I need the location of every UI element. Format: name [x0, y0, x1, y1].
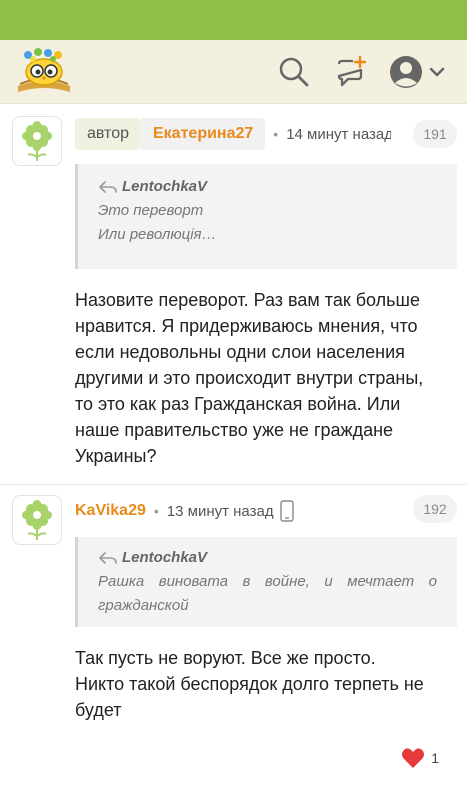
quote-block: LentochkaV Рашка виновата в войне, и меч…	[75, 537, 457, 627]
owl-books-logo-icon[interactable]	[14, 46, 74, 96]
username-link[interactable]: KaVika29	[75, 502, 146, 520]
user-avatar-icon	[390, 56, 422, 88]
search-icon[interactable]	[276, 54, 312, 90]
heart-icon	[402, 748, 425, 768]
flower-avatar-icon[interactable]	[12, 116, 62, 166]
quote-line: Это переворт	[98, 202, 204, 219]
quote-line: Рашка виновата в войне, и мечтает о	[98, 573, 437, 590]
comment-number[interactable]: 192	[413, 495, 457, 523]
comment-191: автор Екатерина27 • 14 минут назад 191 L…	[0, 104, 467, 484]
comment-body: Назовите переворот. Раз вам так больше н…	[75, 290, 424, 466]
phone-icon	[279, 500, 294, 522]
flower-avatar-icon[interactable]	[12, 495, 62, 545]
username-link[interactable]: Екатерина27	[141, 118, 266, 150]
quote-block: LentochkaV Это переворт Или революція…	[75, 164, 457, 269]
comment-body: Так пусть не воруют. Все же просто. Никт…	[75, 648, 424, 720]
reply-arrow-icon	[99, 551, 117, 564]
comment-time: 14 минут назад	[286, 125, 392, 143]
top-navigation-bar	[0, 40, 467, 104]
like-button[interactable]: 1	[401, 747, 439, 769]
chevron-down-icon	[429, 67, 445, 77]
comment-meta: автор Екатерина27 • 14 минут назад	[75, 118, 457, 150]
quote-author[interactable]: LentochkaV	[98, 549, 437, 566]
like-count: 1	[431, 750, 439, 766]
comment-number[interactable]: 191	[413, 120, 457, 148]
profile-menu-button[interactable]	[388, 54, 448, 90]
chat-plus-icon[interactable]	[333, 54, 369, 90]
quote-author[interactable]: LentochkaV	[98, 178, 437, 195]
quote-line: Или революція…	[98, 226, 217, 243]
quote-line: гражданской	[98, 597, 189, 614]
comment-meta: KaVika29 • 13 минут назад	[75, 495, 457, 527]
author-badge: автор	[75, 118, 141, 150]
status-bar	[0, 0, 467, 40]
reply-arrow-icon	[99, 180, 117, 193]
comment-192: KaVika29 • 13 минут назад 192 LentochkaV…	[0, 485, 467, 800]
comment-time: 13 минут назад	[166, 502, 274, 520]
